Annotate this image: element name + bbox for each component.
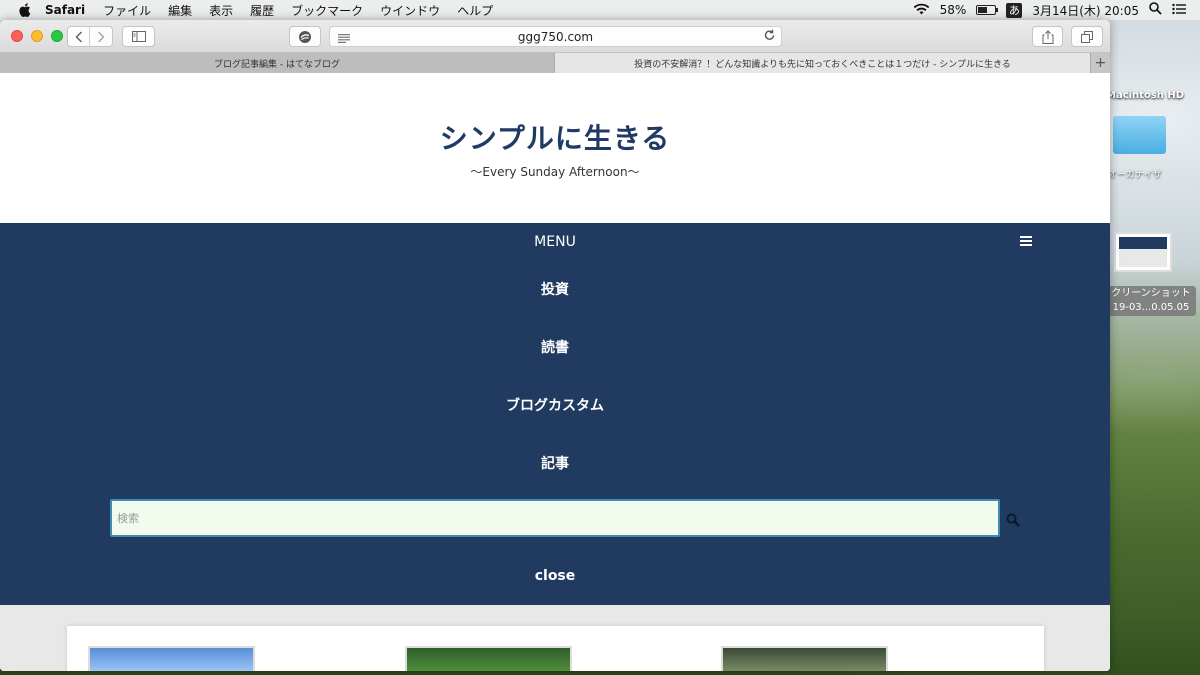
close-menu-link[interactable]: close — [0, 568, 1110, 584]
address-bar[interactable]: ggg750.com — [329, 26, 782, 47]
nav-item-reading[interactable]: 読書 — [0, 337, 1110, 357]
address-text[interactable]: ggg750.com — [518, 30, 593, 44]
tab-current-article[interactable]: 投資の不安解消？！どんな知識よりも先に知っておくべきことは１つだけ - シンプル… — [555, 53, 1090, 73]
article-thumbnail[interactable] — [88, 646, 255, 671]
folder-icon[interactable] — [1113, 116, 1166, 154]
browser-toolbar: ggg750.com — [0, 20, 1110, 53]
chevron-right-icon — [97, 30, 105, 43]
tab-bar: ブログ記事編集 - はてなブログ 投資の不安解消？！どんな知識よりも先に知ってお… — [0, 53, 1110, 73]
safari-window: ggg750.com ブログ記事編集 - はてなブログ 投資の不安解消？！どんな… — [0, 20, 1110, 671]
share-icon — [1042, 29, 1053, 44]
menu-label[interactable]: MENU — [0, 234, 1110, 250]
tab-hatena-blog-edit[interactable]: ブログ記事編集 - はてなブログ — [0, 53, 555, 73]
site-subtitle: 〜Every Sunday Afternoon〜 — [470, 165, 640, 179]
menu-edit[interactable]: 編集 — [168, 2, 192, 19]
battery-icon[interactable] — [976, 5, 999, 15]
battery-fill — [978, 7, 988, 13]
navigation-menu-panel: MENU 投資 読書 ブログカスタム 記事 close — [0, 223, 1110, 605]
screenshot-label-line2: 19-03...0.05.05 — [1112, 302, 1190, 313]
navigation-buttons — [67, 26, 113, 47]
window-controls — [11, 30, 63, 42]
content-area — [0, 605, 1110, 671]
nav-item-blog-custom[interactable]: ブログカスタム — [0, 395, 1110, 415]
input-method-indicator[interactable]: あ — [1006, 2, 1023, 18]
site-title[interactable]: シンプルに生きる — [0, 117, 1110, 157]
back-button[interactable] — [68, 27, 91, 46]
article-thumbnail[interactable] — [405, 646, 572, 671]
reload-icon[interactable] — [764, 29, 775, 45]
folder-label: オーガナイザ — [1108, 170, 1163, 180]
clock[interactable]: 3月14日(木) 20:05 — [1032, 2, 1139, 19]
extension-button[interactable] — [289, 26, 321, 47]
notification-center-icon[interactable] — [1172, 3, 1186, 18]
sidebar-icon — [131, 31, 146, 42]
new-tab-button[interactable]: + — [1090, 53, 1110, 73]
menu-bookmarks[interactable]: ブックマーク — [291, 2, 363, 19]
nav-item-articles[interactable]: 記事 — [0, 453, 1110, 473]
tabs-overview-icon — [1080, 30, 1093, 43]
screenshot-file-icon[interactable] — [1114, 232, 1172, 272]
close-window-button[interactable] — [11, 30, 23, 42]
wifi-icon[interactable] — [913, 3, 930, 18]
status-area: 58% あ 3月14日(木) 20:05 — [913, 2, 1200, 19]
web-page: シンプルに生きる 〜Every Sunday Afternoon〜 MENU 投… — [0, 73, 1110, 671]
menu-file[interactable]: ファイル — [103, 2, 151, 19]
menu-history[interactable]: 履歴 — [250, 2, 274, 19]
screenshot-file-label: クリーンショット 19-03...0.05.05 — [1106, 286, 1196, 316]
apple-icon[interactable] — [17, 3, 31, 17]
menu-app-name[interactable]: Safari — [45, 3, 85, 17]
article-list-card — [67, 626, 1044, 671]
extension-icon — [299, 30, 311, 43]
menu-window[interactable]: ウインドウ — [380, 2, 440, 19]
hard-drive-label: Macintosh HD — [1106, 90, 1185, 101]
battery-percent: 58% — [939, 3, 967, 17]
chevron-left-icon — [74, 30, 82, 43]
article-thumbnail[interactable] — [721, 646, 888, 671]
search-icon[interactable] — [1006, 512, 1020, 527]
show-all-tabs-button[interactable] — [1071, 26, 1103, 47]
nav-item-investment[interactable]: 投資 — [0, 279, 1110, 299]
spotlight-search-icon[interactable] — [1149, 2, 1162, 18]
hamburger-menu-icon[interactable] — [1020, 236, 1032, 246]
search-input[interactable] — [110, 499, 1000, 537]
menu-view[interactable]: 表示 — [209, 2, 233, 19]
minimize-window-button[interactable] — [31, 30, 43, 42]
forward-button[interactable] — [90, 27, 112, 46]
menu-bar: Safari ファイル 編集 表示 履歴 ブックマーク ウインドウ ヘルプ 58… — [0, 0, 1200, 20]
reader-view-icon[interactable] — [338, 32, 350, 46]
screenshot-label-line1: クリーンショット — [1111, 288, 1191, 299]
sidebar-button[interactable] — [122, 26, 155, 47]
menu-help[interactable]: ヘルプ — [457, 2, 493, 19]
site-header: シンプルに生きる 〜Every Sunday Afternoon〜 — [0, 73, 1110, 223]
share-button[interactable] — [1032, 26, 1063, 47]
fullscreen-window-button[interactable] — [51, 30, 63, 42]
